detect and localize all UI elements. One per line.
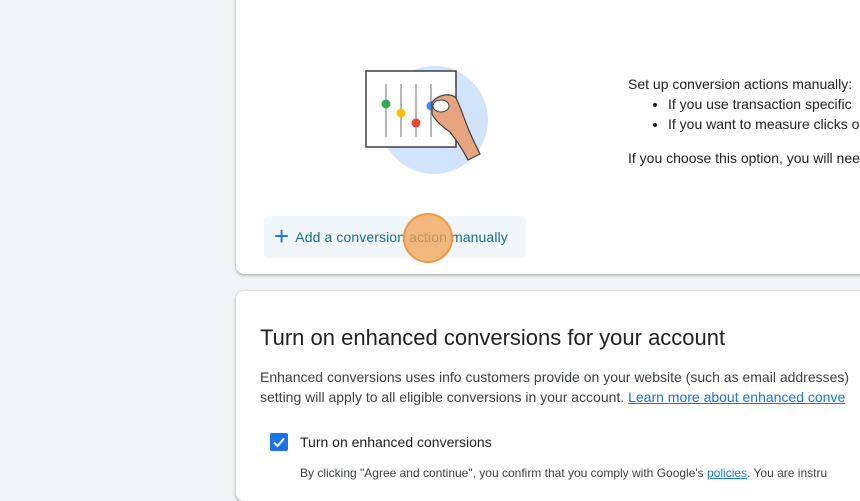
add-conversion-action-button[interactable]: + Add a conversion action manually xyxy=(264,216,526,258)
enhanced-conversions-checkbox[interactable] xyxy=(270,433,288,451)
enhanced-conversions-card: Turn on enhanced conversions for your ac… xyxy=(236,291,860,501)
plus-icon: + xyxy=(274,221,290,251)
setup-bullet: If you use transaction specific xyxy=(668,94,860,114)
add-conversion-action-label: Add a conversion action manually xyxy=(295,229,508,245)
setup-bullet-list: If you use transaction specific If you w… xyxy=(628,94,860,134)
setup-bullet: If you want to measure clicks o xyxy=(668,114,860,134)
enhanced-conversions-title: Turn on enhanced conversions for your ac… xyxy=(260,325,726,350)
click-indicator xyxy=(403,213,453,263)
policies-link[interactable]: policies xyxy=(707,466,747,480)
fine-print-text: By clicking "Agree and continue", you co… xyxy=(300,466,704,480)
fine-print-text-end: . You are instru xyxy=(747,466,828,480)
setup-intro: Set up conversion actions manually: xyxy=(628,76,853,92)
setup-note: If you choose this option, you will nee xyxy=(628,150,860,166)
manual-setup-text: Set up conversion actions manually: If y… xyxy=(628,74,860,168)
description-text: setting will apply to all eligible conve… xyxy=(260,389,625,405)
description-line: Enhanced conversions uses info customers… xyxy=(260,369,850,385)
conversion-setup-card: Set up conversion actions manually: If y… xyxy=(236,0,860,274)
checkmark-icon xyxy=(273,437,285,448)
enhanced-conversions-description: Enhanced conversions uses info customers… xyxy=(260,367,849,407)
description-line-2: setting will apply to all eligible conve… xyxy=(260,387,849,407)
checkbox-label: Turn on enhanced conversions xyxy=(300,434,492,450)
learn-more-link[interactable]: Learn more about enhanced conve xyxy=(628,389,845,405)
manual-setup-illustration xyxy=(365,66,488,174)
enhanced-conversions-checkbox-row: Turn on enhanced conversions xyxy=(270,433,492,451)
terms-fine-print: By clicking "Agree and continue", you co… xyxy=(300,466,827,480)
